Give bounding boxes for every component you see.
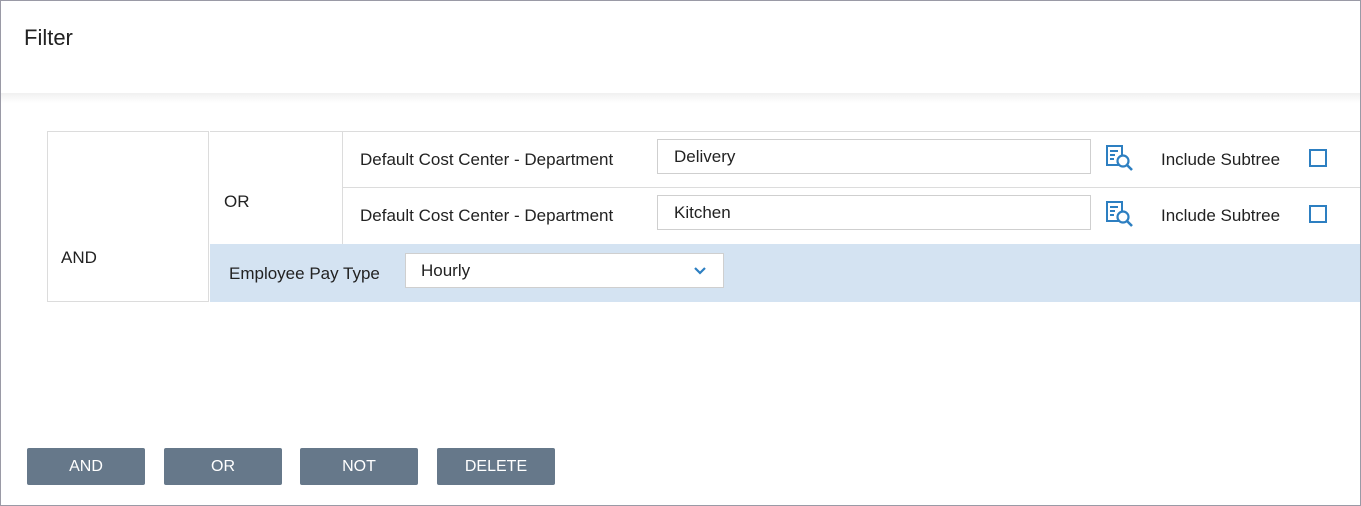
department-value-input[interactable]: Delivery	[657, 139, 1091, 174]
condition-label: Default Cost Center - Department	[360, 206, 614, 225]
dialog-title: Filter	[24, 25, 73, 50]
delete-button[interactable]: DELETE	[437, 448, 555, 485]
condition-label: Default Cost Center - Department	[360, 150, 614, 169]
and-group[interactable]: AND	[47, 131, 209, 302]
or-button[interactable]: OR	[164, 448, 282, 485]
include-subtree-label: Include Subtree	[1161, 150, 1281, 169]
condition-row: Default Cost Center - Department Kitchen…	[343, 187, 1360, 243]
include-subtree-checkbox[interactable]	[1309, 149, 1327, 167]
or-group[interactable]: OR	[210, 131, 343, 244]
filter-tree: AND OR Default Cost Center - Department …	[47, 131, 1360, 303]
chevron-down-icon	[694, 267, 706, 275]
pay-type-select[interactable]: Hourly	[405, 253, 724, 288]
pay-type-label: Employee Pay Type	[229, 264, 380, 283]
filter-dialog: Filter AND OR Default Cost Center - Depa…	[0, 0, 1361, 506]
lookup-search-icon[interactable]	[1105, 200, 1135, 228]
or-group-label: OR	[224, 192, 250, 211]
pay-type-row: Employee Pay Type Hourly	[210, 244, 1360, 302]
and-button[interactable]: AND	[27, 448, 145, 485]
condition-row: Default Cost Center - Department Deliver…	[343, 131, 1360, 187]
department-value-input[interactable]: Kitchen	[657, 195, 1091, 230]
and-group-label: AND	[61, 248, 97, 267]
include-subtree-label: Include Subtree	[1161, 206, 1281, 225]
pay-type-value: Hourly	[421, 261, 471, 280]
lookup-search-icon[interactable]	[1105, 144, 1135, 172]
not-button[interactable]: NOT	[300, 448, 418, 485]
dialog-header: Filter	[1, 1, 1360, 93]
header-divider	[1, 93, 1360, 103]
include-subtree-checkbox[interactable]	[1309, 205, 1327, 223]
